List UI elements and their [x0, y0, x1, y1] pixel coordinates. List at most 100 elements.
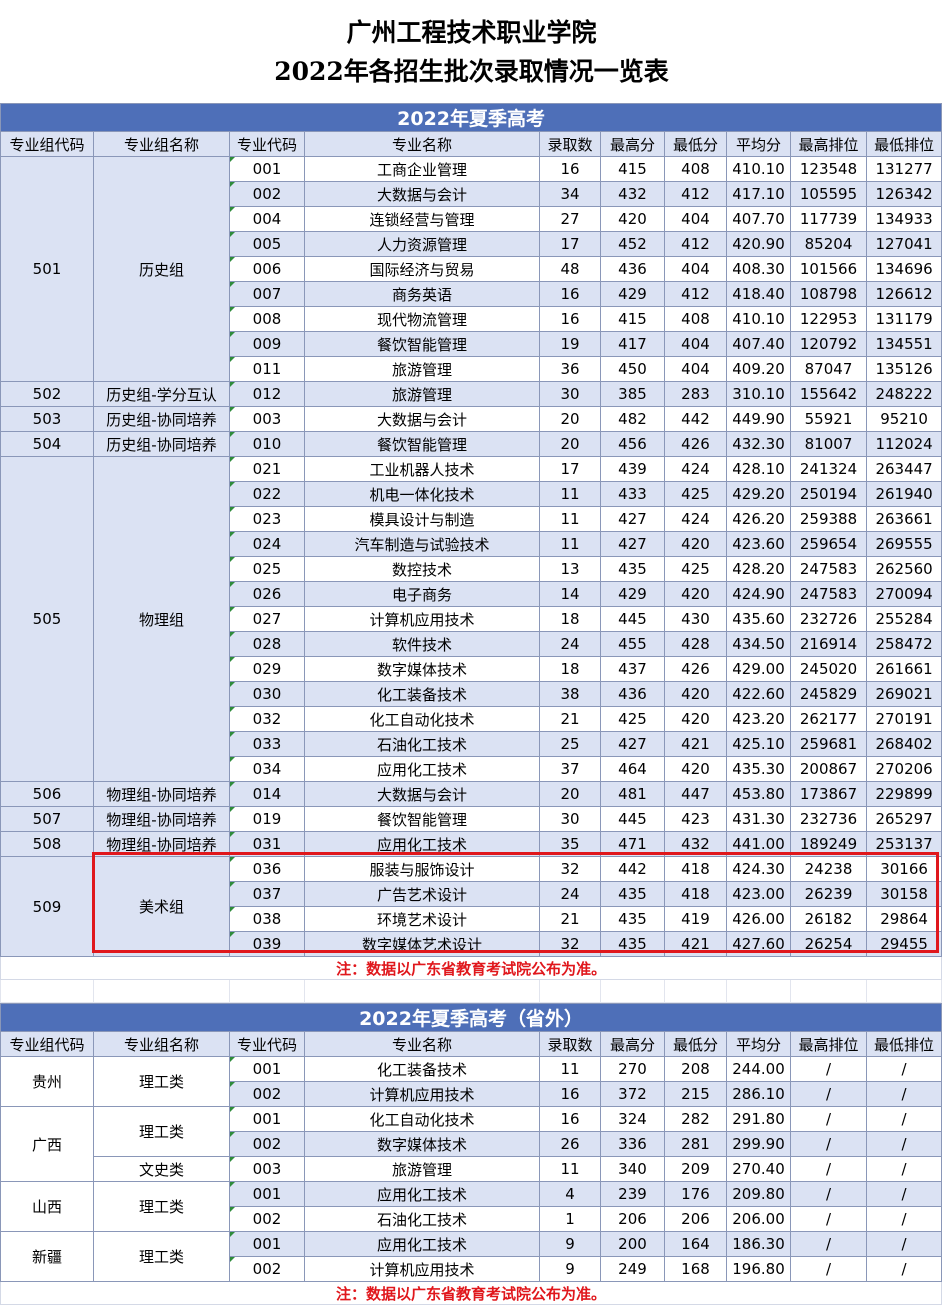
subject-category: 理工类: [93, 1181, 230, 1232]
stat-cell: 441.00: [726, 831, 791, 857]
major-name: 旅游管理: [304, 1156, 540, 1182]
stat-cell: 432: [664, 831, 727, 857]
stat-cell: 117739: [790, 206, 867, 232]
major-name: 连锁经营与管理: [304, 206, 540, 232]
stat-cell: /: [790, 1206, 867, 1232]
major-code: 022: [229, 481, 305, 507]
province-name: 新疆: [0, 1231, 94, 1282]
major-name: 计算机应用技术: [304, 1256, 540, 1282]
stat-cell: 247583: [790, 581, 867, 607]
stat-cell: 412: [664, 281, 727, 307]
stat-cell: 269555: [865, 531, 943, 557]
stat-cell: /: [865, 1231, 943, 1257]
stat-cell: 134551: [865, 331, 943, 357]
stat-cell: 164: [664, 1231, 727, 1257]
stat-cell: 420: [664, 581, 727, 607]
stat-cell: 424: [664, 506, 727, 532]
major-name: 服装与服饰设计: [304, 856, 540, 882]
section-banner: 2022年夏季高考（省外）: [0, 1003, 943, 1032]
stat-cell: 101566: [790, 256, 867, 282]
stat-cell: 426.00: [726, 906, 791, 932]
group-code: 506: [0, 781, 94, 807]
stat-cell: 420: [664, 706, 727, 732]
table-row: 文史类 003 旅游管理 11 340 209 270.40//: [1, 1156, 943, 1182]
major-code: 025: [229, 556, 305, 582]
stat-cell: 19: [539, 331, 601, 357]
major-code: 001: [229, 1181, 305, 1207]
blank-cell: [93, 979, 230, 1003]
stat-cell: 481: [600, 781, 665, 807]
stat-cell: 340: [600, 1156, 665, 1182]
group-name: 历史组-协同培养: [93, 406, 230, 432]
stat-cell: 432.30: [726, 431, 791, 457]
major-code: 006: [229, 256, 305, 282]
subject-category: 理工类: [93, 1056, 230, 1107]
stat-cell: 18: [539, 656, 601, 682]
stat-cell: 21: [539, 906, 601, 932]
blank-cell: [600, 979, 665, 1003]
stat-cell: 245020: [790, 656, 867, 682]
major-code: 008: [229, 306, 305, 332]
stat-cell: 248222: [865, 381, 943, 407]
major-code: 001: [229, 1231, 305, 1257]
column-header: 最高排位: [790, 131, 867, 157]
stat-cell: 450: [600, 356, 665, 382]
group-name: 物理组-协同培养: [93, 781, 230, 807]
stat-cell: /: [790, 1081, 867, 1107]
stat-cell: 428.10: [726, 456, 791, 482]
note-row: 注：数据以广东省教育考试院公布为准。: [0, 1281, 943, 1305]
stat-cell: 415: [600, 156, 665, 182]
stat-cell: 435.30: [726, 756, 791, 782]
stat-cell: 420: [600, 206, 665, 232]
stat-cell: 259388: [790, 506, 867, 532]
stat-cell: 445: [600, 606, 665, 632]
major-name: 现代物流管理: [304, 306, 540, 332]
stat-cell: 26239: [790, 881, 867, 907]
major-code: 003: [229, 1156, 305, 1182]
stat-cell: /: [790, 1131, 867, 1157]
stat-cell: 418.40: [726, 281, 791, 307]
stat-cell: 426: [664, 431, 727, 457]
stat-cell: 247583: [790, 556, 867, 582]
column-header: 专业组代码: [0, 131, 94, 157]
major-code: 033: [229, 731, 305, 757]
stat-cell: 427: [600, 506, 665, 532]
stat-cell: 404: [664, 331, 727, 357]
stat-cell: 112024: [865, 431, 943, 457]
major-name: 石油化工技术: [304, 1206, 540, 1232]
stat-cell: 241324: [790, 456, 867, 482]
major-code: 002: [229, 1256, 305, 1282]
stat-cell: 186.30: [726, 1231, 791, 1257]
major-code: 003: [229, 406, 305, 432]
stat-cell: 428.20: [726, 556, 791, 582]
stat-cell: 420: [664, 531, 727, 557]
major-name: 餐饮智能管理: [304, 431, 540, 457]
stat-cell: 261661: [865, 656, 943, 682]
stat-cell: 32: [539, 856, 601, 882]
stat-cell: 420.90: [726, 231, 791, 257]
stat-cell: 30: [539, 381, 601, 407]
stat-cell: 17: [539, 456, 601, 482]
stat-cell: 127041: [865, 231, 943, 257]
blank-cell: [790, 979, 867, 1003]
major-name: 工业机器人技术: [304, 456, 540, 482]
stat-cell: 426: [664, 656, 727, 682]
stat-cell: 85204: [790, 231, 867, 257]
group-code: 501: [0, 156, 94, 382]
major-code: 002: [229, 181, 305, 207]
major-code: 001: [229, 156, 305, 182]
major-name: 广告艺术设计: [304, 881, 540, 907]
column-header: 专业名称: [304, 131, 540, 157]
stat-cell: 30: [539, 806, 601, 832]
stat-cell: 372: [600, 1081, 665, 1107]
stat-cell: 425.10: [726, 731, 791, 757]
stat-cell: 26182: [790, 906, 867, 932]
table-row: 502 历史组-学分互认 012 旅游管理 30 385 283 310.10 155642 24…: [0, 381, 943, 407]
major-name: 电子商务: [304, 581, 540, 607]
stat-cell: 27: [539, 206, 601, 232]
major-code: 023: [229, 506, 305, 532]
column-header: 平均分: [726, 131, 791, 157]
major-name: 旅游管理: [304, 356, 540, 382]
stat-cell: 16: [539, 1081, 601, 1107]
stat-cell: 282: [664, 1106, 727, 1132]
